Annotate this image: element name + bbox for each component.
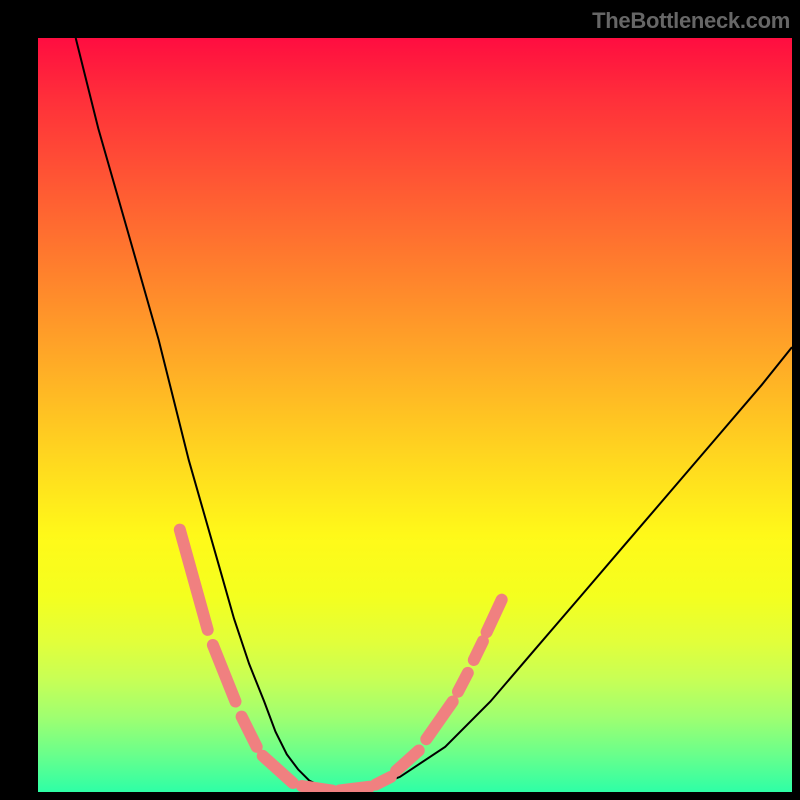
salmon-marker-segment — [474, 641, 483, 660]
salmon-marker-segment — [458, 673, 468, 692]
salmon-marker-segment — [426, 702, 452, 740]
salmon-marker-segment — [396, 751, 419, 771]
salmon-marker-segment — [242, 717, 257, 747]
salmon-marker-segment — [487, 600, 502, 633]
salmon-marker-segment — [340, 787, 370, 791]
salmon-marker-segment — [302, 786, 332, 791]
plot-area — [38, 38, 792, 792]
curve-svg — [38, 38, 792, 792]
salmon-marker-segment — [263, 756, 293, 783]
watermark-text: TheBottleneck.com — [592, 8, 790, 34]
salmon-marker-segment — [213, 645, 236, 702]
salmon-markers — [180, 530, 502, 791]
salmon-marker-segment — [180, 530, 208, 630]
chart-container: TheBottleneck.com — [0, 0, 800, 800]
salmon-marker-segment — [376, 777, 391, 785]
v-curve — [76, 38, 792, 792]
